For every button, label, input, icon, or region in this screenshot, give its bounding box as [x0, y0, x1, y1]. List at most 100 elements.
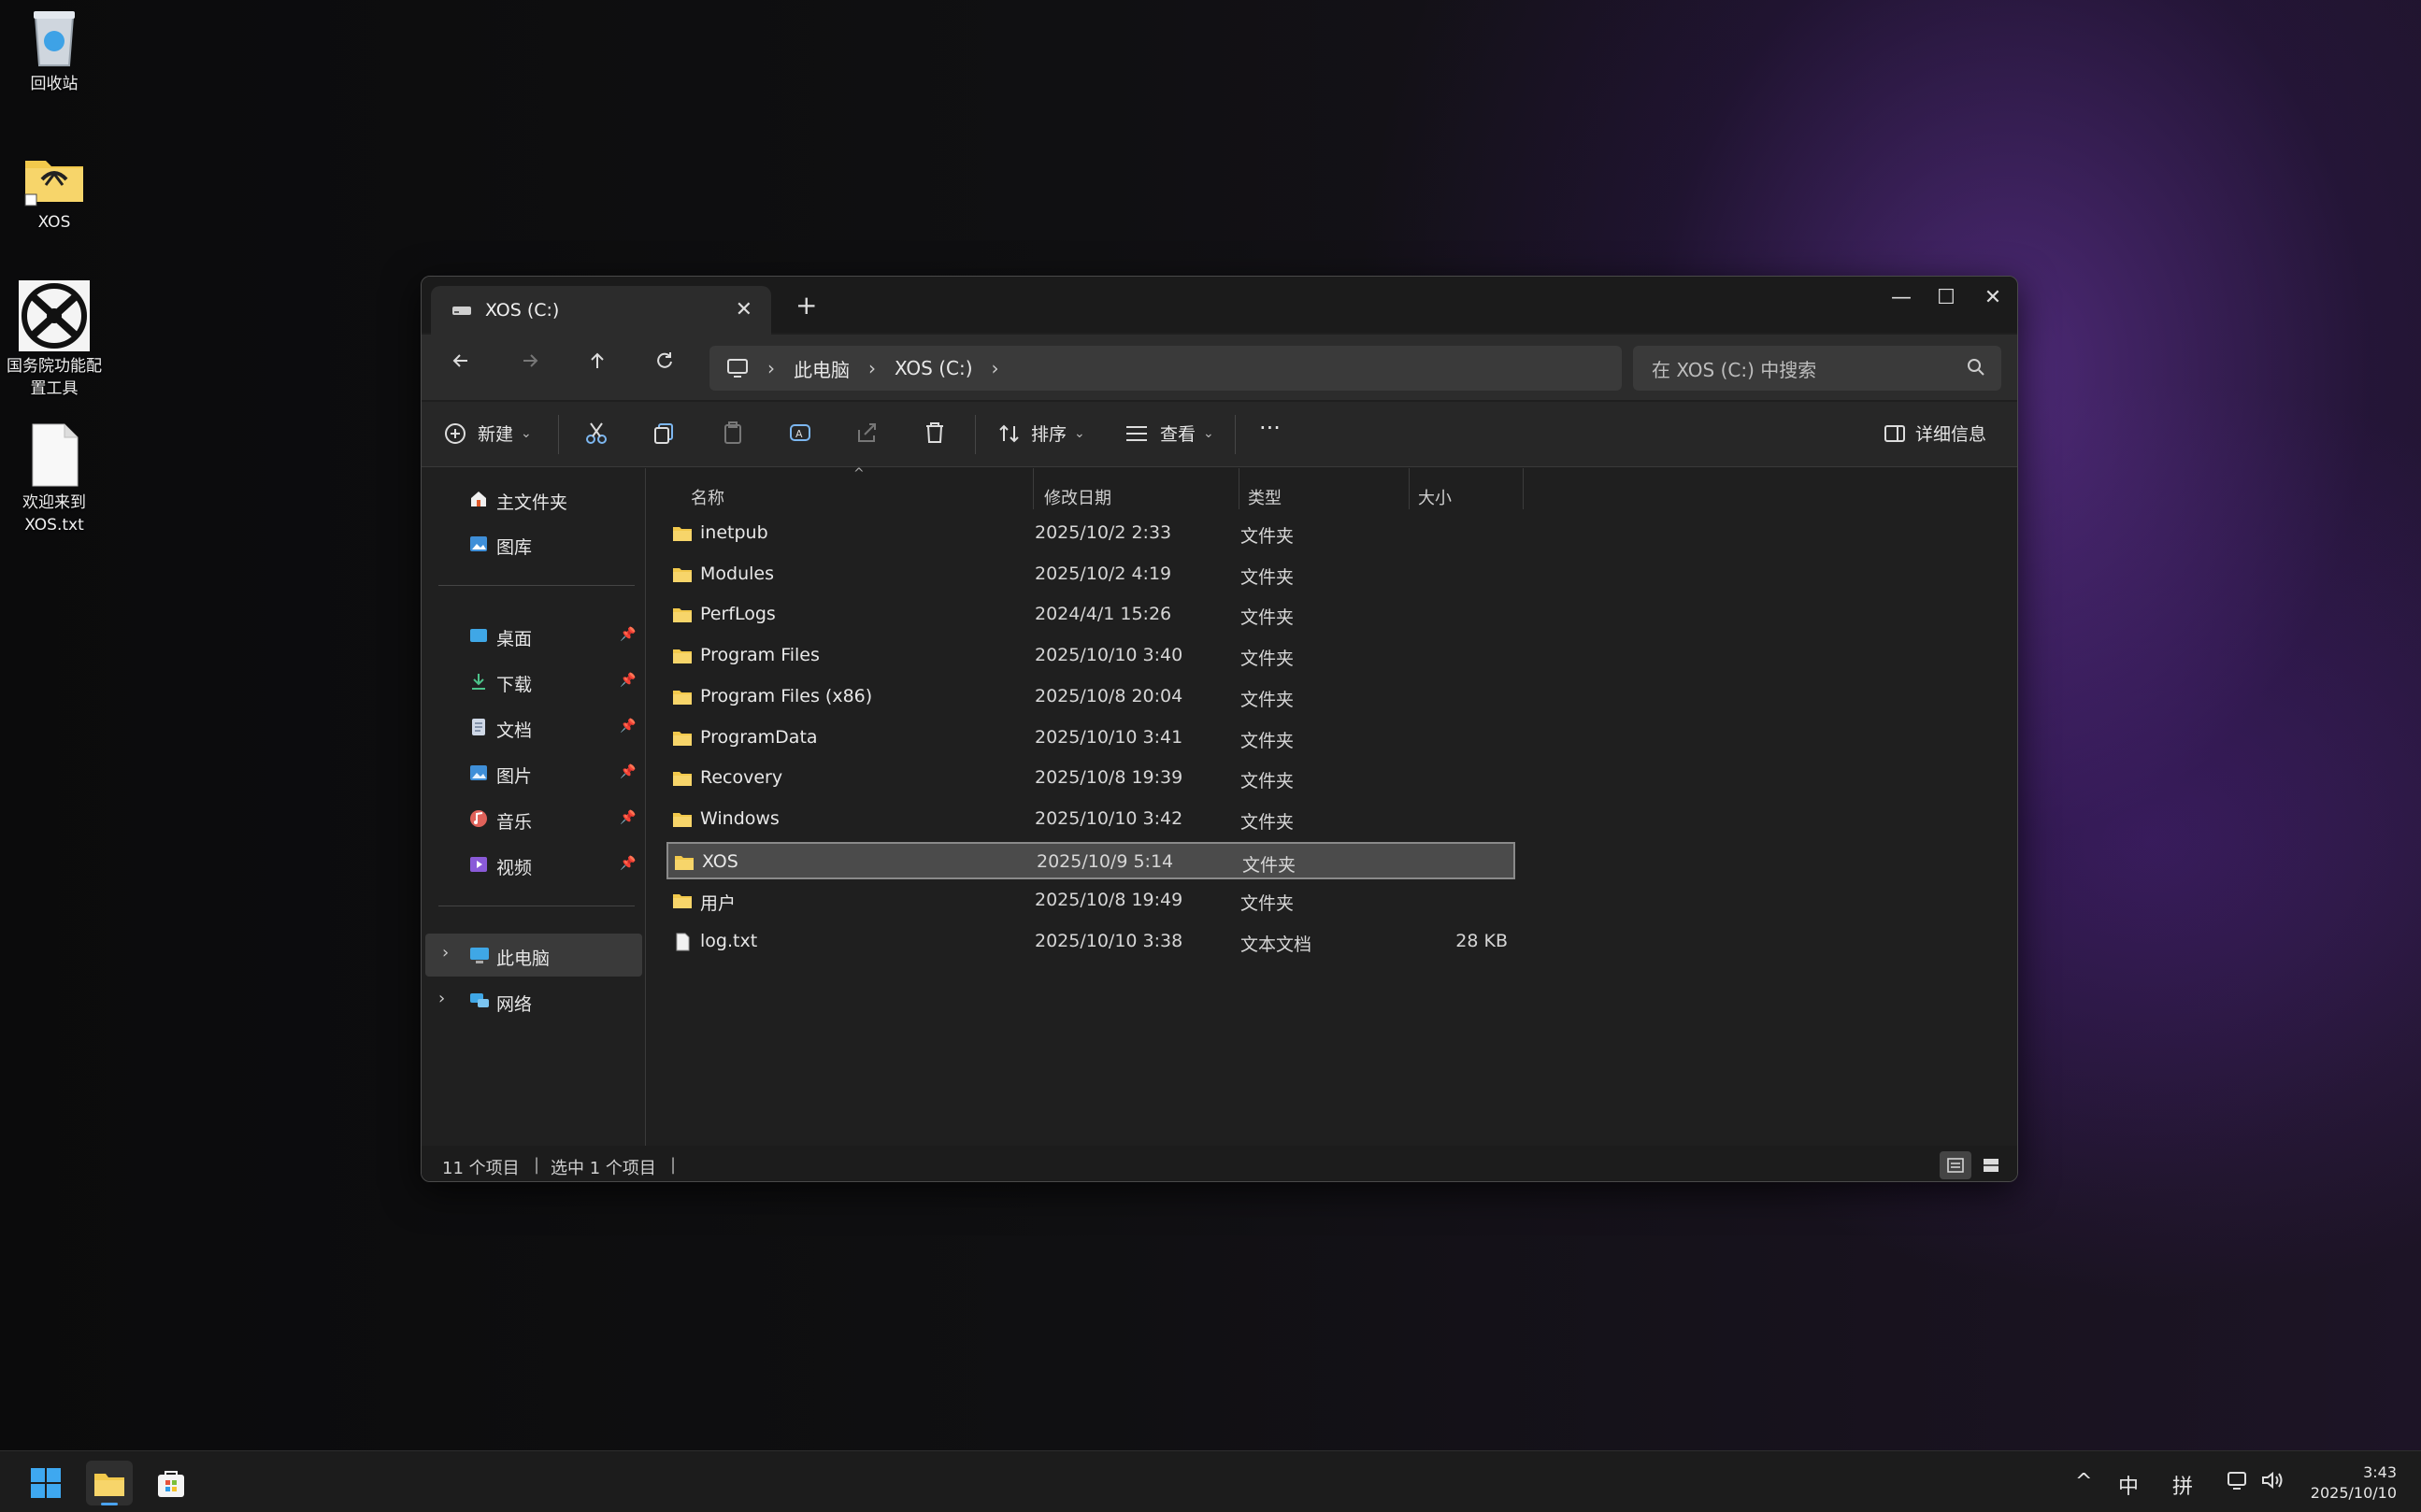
breadcrumb-this-pc[interactable]: 此电脑 [794, 355, 850, 382]
column-header-name[interactable]: 名称 [691, 485, 724, 509]
status-divider: | [534, 1155, 540, 1175]
copy-button[interactable] [652, 421, 676, 445]
paste-button[interactable] [721, 421, 745, 445]
network-tray-icon[interactable] [2227, 1470, 2249, 1496]
status-divider: | [670, 1155, 677, 1175]
view-button[interactable]: 查看 ⌄ [1125, 421, 1214, 446]
refresh-button[interactable] [646, 349, 683, 378]
share-button[interactable] [855, 421, 880, 445]
sidebar-item-videos[interactable]: 视频 📌 [422, 843, 646, 886]
title-bar: XOS (C:) ✕ + — ☐ ✕ [422, 277, 2017, 335]
rename-button[interactable]: A [788, 421, 812, 445]
cut-button[interactable] [584, 421, 609, 445]
breadcrumb-separator-icon[interactable]: › [992, 357, 999, 379]
file-row[interactable]: XOS 2025/10/9 5:14 文件夹 [666, 841, 1515, 879]
tab-close-button[interactable]: ✕ [736, 298, 752, 321]
sidebar-item-desktop[interactable]: 桌面 📌 [422, 614, 646, 657]
file-row[interactable]: inetpub 2025/10/2 2:33 文件夹 [666, 515, 1515, 552]
sidebar-item-downloads[interactable]: 下载 📌 [422, 660, 646, 703]
folder-icon [675, 855, 694, 870]
folder-icon [673, 690, 692, 705]
file-row[interactable]: PerfLogs 2024/4/1 15:26 文件夹 [666, 596, 1515, 634]
breadcrumb-xos-c[interactable]: XOS (C:) [895, 357, 973, 379]
file-type: 文件夹 [1240, 607, 1295, 629]
desktop-icon [470, 629, 487, 642]
maximize-button[interactable]: ☐ [1925, 286, 1968, 309]
column-header-type[interactable]: 类型 [1248, 485, 1282, 509]
copy-icon [654, 423, 673, 444]
minimize-button[interactable]: — [1880, 286, 1923, 309]
chevron-down-icon: ⌄ [521, 425, 532, 441]
sidebar-item-documents[interactable]: 文档 📌 [422, 706, 646, 749]
sidebar-item-pictures[interactable]: 图片 📌 [422, 751, 646, 794]
sort-button[interactable]: 排序 ⌄ [997, 421, 1085, 446]
volume-tray-icon[interactable] [2260, 1470, 2285, 1496]
chevron-down-icon: ⌄ [1203, 425, 1214, 441]
windows-logo-icon [31, 1468, 61, 1498]
sidebar-item-label: 下载 [496, 675, 533, 695]
search-input[interactable]: 在 XOS (C:) 中搜索 [1633, 346, 2001, 391]
desktop-icon-xos[interactable]: XOS [0, 148, 108, 234]
store-icon [158, 1471, 184, 1497]
column-header-modified[interactable]: 修改日期 [1044, 485, 1111, 509]
back-button[interactable] [442, 349, 480, 378]
up-button[interactable] [579, 349, 616, 378]
sidebar-item-home[interactable]: 主文件夹 [422, 478, 646, 521]
tray-overflow-button[interactable]: ^ [2075, 1470, 2092, 1493]
desktop-icon-config-tool[interactable]: 国务院功能配置工具 [0, 280, 108, 400]
file-row[interactable]: Program Files 2025/10/10 3:40 文件夹 [666, 637, 1515, 675]
file-modified-date: 2025/10/8 19:49 [1035, 890, 1183, 911]
file-row[interactable]: Windows 2025/10/10 3:42 文件夹 [666, 801, 1515, 838]
delete-button[interactable] [923, 421, 947, 445]
file-row[interactable]: Modules 2025/10/2 4:19 文件夹 [666, 556, 1515, 593]
file-modified-date: 2025/10/10 3:42 [1035, 807, 1183, 829]
desktop-icon-label: XOS [37, 213, 71, 232]
file-row[interactable]: Program Files (x86) 2025/10/8 20:04 文件夹 [666, 678, 1515, 716]
desktop-icon-recycle-bin[interactable]: 回收站 [0, 4, 108, 95]
file-modified-date: 2025/10/8 20:04 [1035, 685, 1183, 706]
file-row[interactable]: 用户 2025/10/8 19:49 文件夹 [666, 882, 1515, 920]
column-divider[interactable] [1409, 468, 1410, 509]
address-bar[interactable]: › 此电脑 › XOS (C:) › [709, 346, 1622, 391]
sidebar-item-gallery[interactable]: 图库 [422, 522, 646, 565]
details-view-button[interactable] [1940, 1151, 1971, 1179]
new-button[interactable]: 新建 ⌄ [444, 421, 532, 446]
sidebar-divider [438, 585, 635, 586]
refresh-icon [657, 352, 672, 368]
desktop-icon-welcome-txt[interactable]: 欢迎来到 XOS.txt [0, 422, 108, 536]
close-button[interactable]: ✕ [1971, 286, 2014, 309]
file-modified-date: 2025/10/9 5:14 [1037, 850, 1174, 872]
more-options-button[interactable]: ··· [1259, 415, 1281, 441]
taskbar-store[interactable] [148, 1461, 194, 1505]
column-divider[interactable] [1033, 468, 1034, 509]
active-indicator [101, 1503, 118, 1505]
clock-date: 2025/10/10 [2310, 1484, 2397, 1502]
ime-language-indicator[interactable]: 中 [2118, 1470, 2139, 1500]
column-header-size[interactable]: 大小 [1418, 485, 1452, 509]
column-divider[interactable] [1523, 468, 1524, 509]
details-pane-icon [1884, 424, 1905, 442]
file-row[interactable]: log.txt 2025/10/10 3:38 文本文档 28 KB [666, 923, 1515, 961]
recycle-bin-icon [34, 11, 75, 66]
details-pane-button[interactable]: 详细信息 [1884, 421, 1986, 446]
sidebar-item-network[interactable]: › 网络 [422, 979, 646, 1022]
file-type: 文件夹 [1240, 771, 1295, 792]
new-tab-button[interactable]: + [795, 290, 817, 321]
search-placeholder: 在 XOS (C:) 中搜索 [1652, 358, 1817, 381]
system-clock[interactable]: 3:43 2025/10/10 [2311, 1462, 2397, 1504]
taskbar-file-explorer[interactable] [86, 1461, 133, 1505]
tab-xos-c[interactable]: XOS (C:) ✕ [431, 286, 771, 335]
sidebar-item-this-pc[interactable]: › 此电脑 [425, 934, 642, 977]
file-explorer-window: XOS (C:) ✕ + — ☐ ✕ › 此电脑 › XOS (C:) › 在 … [421, 276, 2018, 1182]
sidebar-item-music[interactable]: 音乐 📌 [422, 797, 646, 840]
expand-chevron-icon[interactable]: › [438, 989, 445, 1008]
forward-button[interactable] [511, 349, 549, 378]
start-button[interactable] [22, 1461, 69, 1505]
expand-chevron-icon[interactable]: › [442, 943, 449, 963]
file-row[interactable]: Recovery 2025/10/8 19:39 文件夹 [666, 760, 1515, 797]
file-row[interactable]: ProgramData 2025/10/10 3:41 文件夹 [666, 720, 1515, 757]
file-type: 文件夹 [1240, 566, 1295, 588]
tiles-view-button[interactable] [1975, 1151, 2007, 1179]
ime-mode-indicator[interactable]: 拼 [2172, 1470, 2193, 1500]
file-modified-date: 2024/4/1 15:26 [1035, 604, 1172, 625]
